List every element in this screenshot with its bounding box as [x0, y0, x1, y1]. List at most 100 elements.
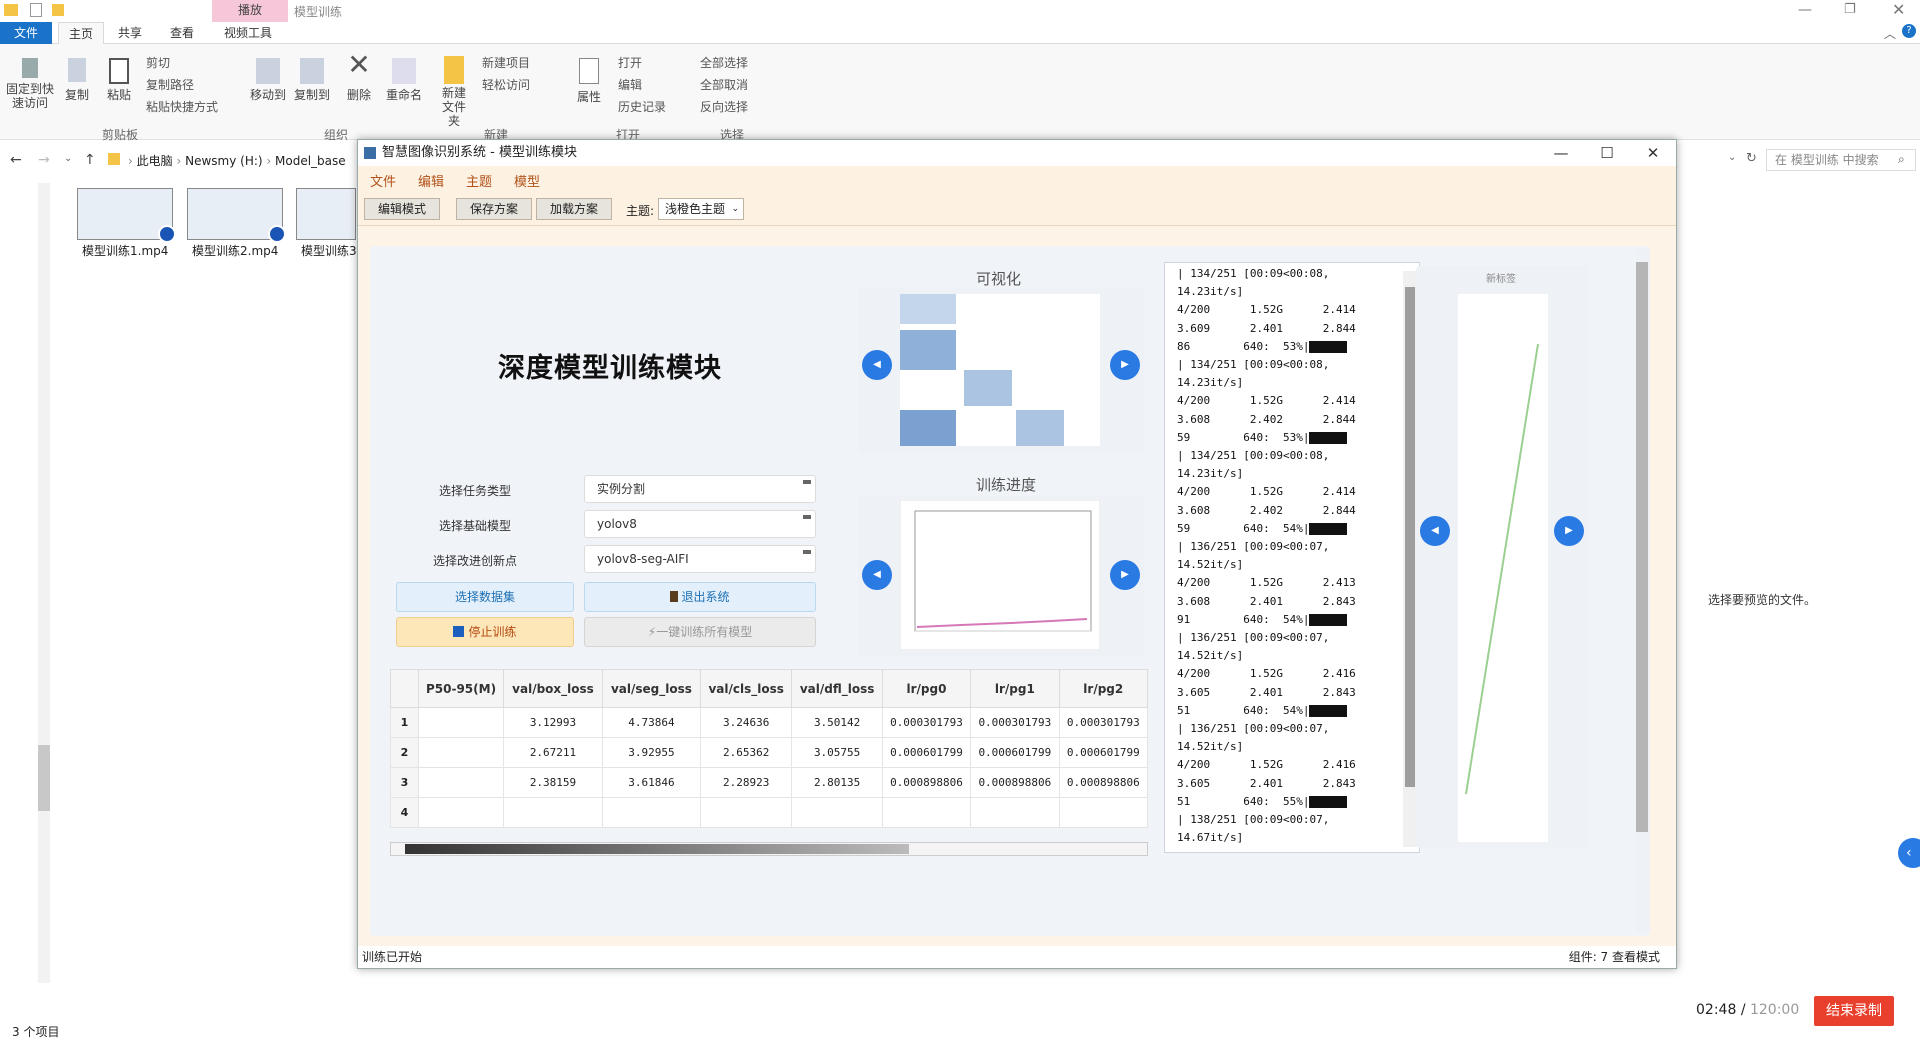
file-name-1[interactable]: 模型训练1.mp4	[82, 242, 168, 259]
up-icon[interactable]: ↑	[84, 152, 96, 168]
back-icon[interactable]: ←	[10, 152, 22, 168]
task-type-select[interactable]: 实例分割	[584, 475, 816, 503]
select-all-button[interactable]: 全部选择	[700, 54, 748, 71]
table-header-cell[interactable]: val/seg_loss	[601, 669, 701, 708]
label-prev-button[interactable]: ◀	[1420, 516, 1450, 546]
progress-prev-button[interactable]: ◀	[862, 560, 892, 590]
cut-button[interactable]: 剪切	[146, 54, 170, 71]
progress-next-button[interactable]: ▶	[1110, 560, 1140, 590]
table-cell[interactable]: 0.000601799	[881, 737, 972, 768]
tab-video-tools[interactable]: 视频工具	[214, 22, 282, 44]
table-cell[interactable]: 2.67211	[503, 737, 603, 768]
rename-button[interactable]: 重命名	[384, 58, 424, 102]
nav-scroll-thumb[interactable]	[38, 745, 50, 811]
table-cell[interactable]: 0.000301793	[1058, 707, 1149, 738]
edit-mode-button[interactable]: 编辑模式	[364, 198, 440, 220]
recent-locations-icon[interactable]: ⌄	[64, 153, 72, 164]
invert-selection-button[interactable]: 反向选择	[700, 98, 748, 115]
close-icon[interactable]: ✕	[1892, 0, 1905, 19]
table-cell[interactable]	[417, 737, 505, 768]
table-header-cell[interactable]: val/box_loss	[503, 669, 603, 708]
table-cell[interactable]: 0.000898806	[881, 767, 972, 798]
viz-next-button[interactable]: ▶	[1110, 350, 1140, 380]
load-plan-button[interactable]: 加载方案	[536, 198, 612, 220]
table-cell[interactable]	[970, 797, 1060, 828]
table-cell[interactable]	[791, 797, 883, 828]
save-plan-button[interactable]: 保存方案	[456, 198, 532, 220]
select-none-button[interactable]: 全部取消	[700, 76, 748, 93]
tab-view[interactable]: 查看	[160, 22, 204, 44]
table-header-cell[interactable]: val/cls_loss	[699, 669, 793, 708]
copy-button[interactable]: 复制	[62, 58, 92, 102]
menu-theme[interactable]: 主题	[466, 171, 492, 190]
theme-select[interactable]: 浅橙色主题 ⌄	[658, 198, 744, 220]
table-header-cell[interactable]: P50-95(M)	[417, 669, 505, 708]
tab-home[interactable]: 主页	[58, 22, 105, 44]
move-to-button[interactable]: 移动到	[248, 58, 288, 102]
viz-prev-button[interactable]: ◀	[862, 350, 892, 380]
table-cell[interactable]	[417, 797, 505, 828]
tab-file[interactable]: 文件	[0, 22, 52, 44]
app-close-icon[interactable]: ✕	[1630, 140, 1676, 166]
table-hscroll-thumb[interactable]	[405, 844, 909, 854]
table-cell[interactable]: 2.38159	[503, 767, 603, 798]
help-icon[interactable]: ?	[1902, 24, 1916, 38]
label-next-button[interactable]: ▶	[1554, 516, 1584, 546]
chevron-up-icon[interactable]: ︿	[1884, 25, 1896, 42]
table-cell[interactable]	[881, 797, 972, 828]
table-cell[interactable]: 3.24636	[699, 707, 793, 738]
table-cell[interactable]: 3.05755	[791, 737, 883, 768]
address-dropdown-icon[interactable]: ⌄	[1728, 152, 1736, 163]
stop-training-button[interactable]: 停止训练	[396, 617, 574, 647]
table-cell[interactable]: 3.92955	[601, 737, 701, 768]
app-minimize-icon[interactable]: —	[1538, 140, 1584, 166]
log-scroll-thumb[interactable]	[1405, 287, 1415, 787]
end-record-button[interactable]: 结束录制	[1814, 996, 1894, 1026]
nav-scrollbar[interactable]	[38, 183, 50, 983]
table-row-header[interactable]: 1	[390, 707, 419, 738]
table-cell[interactable]: 0.000898806	[970, 767, 1060, 798]
forward-icon[interactable]: →	[38, 152, 50, 168]
file-thumbnail-1[interactable]	[77, 188, 176, 243]
new-folder-icon[interactable]	[52, 4, 64, 16]
pin-button[interactable]: 固定到快速访问	[4, 58, 56, 110]
table-cell[interactable]: 0.000601799	[970, 737, 1060, 768]
table-cell[interactable]: 0.000898806	[1058, 767, 1149, 798]
table-header-cell[interactable]: val/dfl_loss	[791, 669, 883, 708]
file-thumbnail-2[interactable]	[187, 188, 286, 243]
app-maximize-icon[interactable]: ☐	[1584, 140, 1630, 166]
menu-model[interactable]: 模型	[514, 171, 540, 190]
content-scroll-thumb[interactable]	[1636, 262, 1648, 832]
copy-path-button[interactable]: 复制路径	[146, 76, 194, 93]
properties-button[interactable]: 属性	[574, 58, 604, 104]
paste-button[interactable]: 粘贴	[104, 58, 134, 102]
table-cell[interactable]: 0.000301793	[970, 707, 1060, 738]
innovation-select[interactable]: yolov8-seg-AIFI	[584, 545, 816, 573]
table-cell[interactable]: 4.73864	[601, 707, 701, 738]
table-cell[interactable]	[601, 797, 701, 828]
copy-to-button[interactable]: 复制到	[292, 58, 332, 102]
table-header-cell[interactable]: lr/pg2	[1058, 669, 1149, 708]
search-input[interactable]: 在 模型训练 中搜索	[1766, 149, 1916, 171]
table-cell[interactable]	[1058, 797, 1149, 828]
table-header-cell[interactable]: lr/pg0	[881, 669, 972, 708]
table-header-cell[interactable]: lr/pg1	[970, 669, 1060, 708]
table-cell[interactable]	[417, 707, 505, 738]
breadcrumb-drive[interactable]: Newsmy (H:)	[185, 154, 262, 168]
file-thumbnail-3[interactable]	[296, 188, 356, 240]
breadcrumb-folder[interactable]: Model_base	[275, 154, 346, 168]
tab-share[interactable]: 共享	[108, 22, 152, 44]
menu-edit[interactable]: 编辑	[418, 171, 444, 190]
new-folder-button[interactable]: 新建文件夹	[434, 56, 474, 128]
breadcrumb-this-pc[interactable]: 此电脑	[137, 154, 173, 168]
edit-button[interactable]: 编辑	[618, 76, 642, 93]
table-cell[interactable]: 0.000601799	[1058, 737, 1149, 768]
table-cell[interactable]	[503, 797, 603, 828]
base-model-select[interactable]: yolov8	[584, 510, 816, 538]
open-button[interactable]: 打开	[618, 54, 642, 71]
table-cell[interactable]: 2.28923	[699, 767, 793, 798]
table-cell[interactable]: 3.50142	[791, 707, 883, 738]
new-item-button[interactable]: 新建项目	[482, 54, 530, 71]
table-cell[interactable]: 3.61846	[601, 767, 701, 798]
menu-file[interactable]: 文件	[370, 171, 396, 190]
